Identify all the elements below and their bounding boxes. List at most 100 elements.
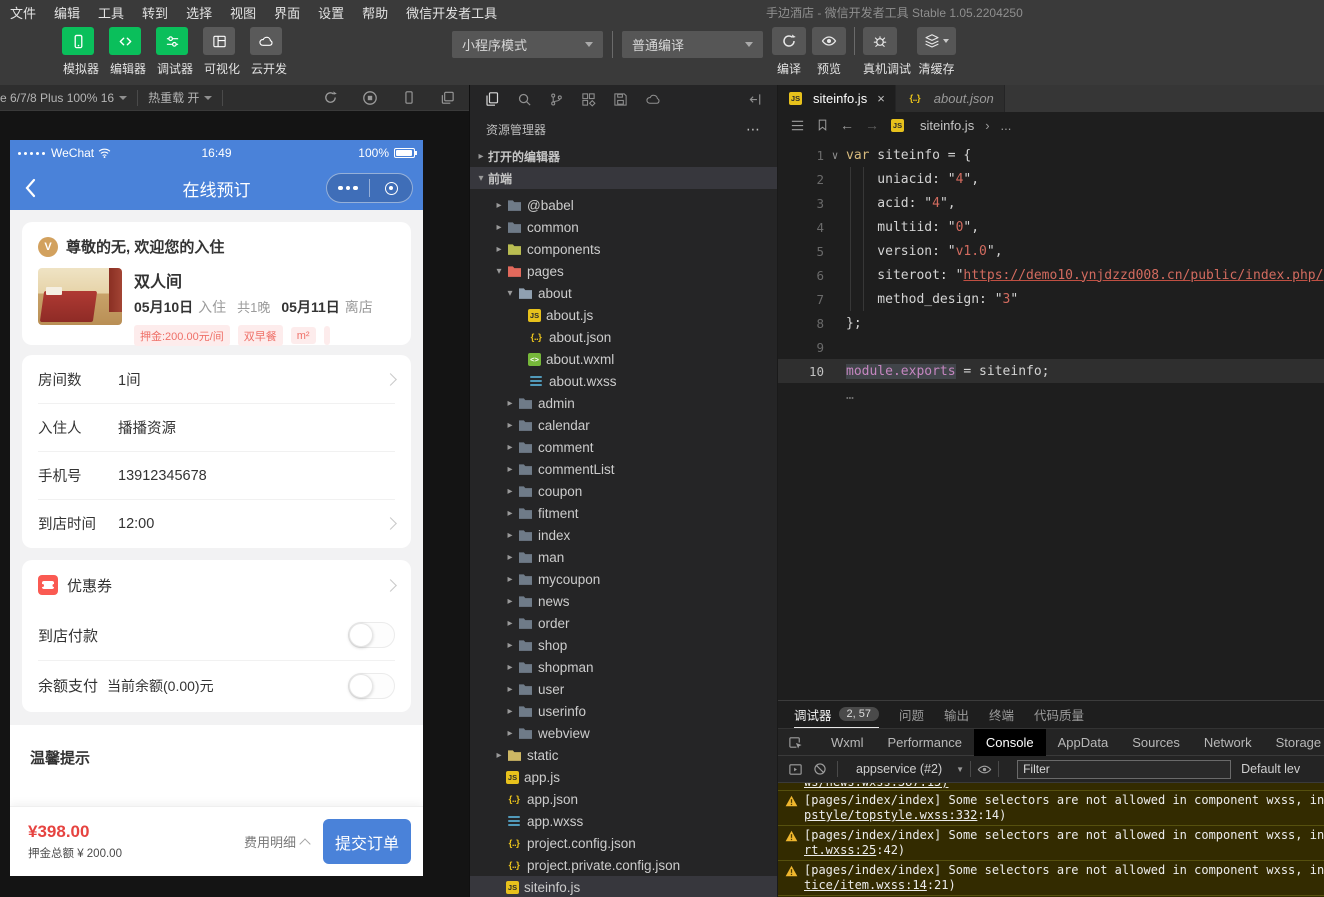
menu-item-9[interactable]: 微信开发者工具 (406, 3, 497, 20)
extensions-icon[interactable] (581, 92, 596, 107)
compile-mode-select[interactable]: 普通编译 (622, 31, 763, 58)
save-icon[interactable] (613, 92, 628, 107)
tree-item-about.wxml[interactable]: <>about.wxml (470, 348, 777, 370)
nav-back-icon[interactable]: ← (840, 117, 854, 133)
tree-item-userinfo[interactable]: ▸userinfo (470, 700, 777, 722)
editor-tab-siteinfo.js[interactable]: JSsiteinfo.js× (778, 85, 896, 112)
tree-item-order[interactable]: ▸order (470, 612, 777, 634)
mode-select[interactable]: 小程序模式 (452, 31, 603, 58)
toggle-switch[interactable] (348, 673, 395, 699)
tree-item-common[interactable]: ▸common (470, 216, 777, 238)
tree-item-app.js[interactable]: JSapp.js (470, 766, 777, 788)
open-editors-section[interactable]: ▸ 打开的编辑器 (470, 145, 777, 167)
tree-item-about.wxss[interactable]: about.wxss (470, 370, 777, 392)
code-line-8[interactable]: 8}; (778, 311, 1324, 335)
debugger-tab-代码质量[interactable]: 代码质量 (1034, 701, 1084, 728)
code-line-10[interactable]: 10module.exports = siteinfo; (778, 359, 1324, 383)
git-icon[interactable] (549, 92, 564, 107)
tree-item-static[interactable]: ▸static (470, 744, 777, 766)
devtools-tab-Console[interactable]: Console (974, 729, 1046, 756)
inspect-element-icon[interactable] (788, 735, 803, 750)
tree-item-about.json[interactable]: {..}about.json (470, 326, 777, 348)
device-select[interactable]: e 6/7/8 Plus 100% 16 (0, 91, 127, 105)
tree-item-news[interactable]: ▸news (470, 590, 777, 612)
device-frame-icon[interactable] (402, 90, 416, 105)
devtools-tab-AppData[interactable]: AppData (1046, 729, 1121, 756)
tree-item-app.wxss[interactable]: app.wxss (470, 810, 777, 832)
console-sidebar-toggle-icon[interactable] (788, 762, 803, 777)
devtools-tab-Performance[interactable]: Performance (876, 729, 974, 756)
tree-item-siteinfo.js[interactable]: JSsiteinfo.js (470, 876, 777, 897)
hot-reload-select[interactable]: 热重载 开 (148, 89, 212, 106)
tree-item-fitment[interactable]: ▸fitment (470, 502, 777, 524)
cloud-dev-button[interactable] (250, 27, 282, 55)
rotate-device-icon[interactable] (323, 90, 338, 105)
devtools-tab-Network[interactable]: Network (1192, 729, 1264, 756)
form-row-3[interactable]: 到店时间12:00 (38, 499, 395, 547)
submit-order-button[interactable]: 提交订单 (323, 819, 411, 864)
tree-item-about.js[interactable]: JSabout.js (470, 304, 777, 326)
tree-item-pages[interactable]: ▾pages (470, 260, 777, 282)
stop-icon[interactable] (362, 90, 378, 106)
close-minibar-icon[interactable] (370, 182, 412, 195)
code-line-6[interactable]: 6 siteroot: "https://demo10.ynjdzzd008.c… (778, 263, 1324, 287)
code-editor[interactable]: 1∨var siteinfo = {2 uniacid: "4",3 acid:… (778, 138, 1324, 407)
toggle-switch[interactable] (348, 622, 395, 648)
code-line-9[interactable]: 9 (778, 335, 1324, 359)
remote-debug-button[interactable] (863, 27, 897, 55)
tree-item-coupon[interactable]: ▸coupon (470, 480, 777, 502)
devtools-tab-Sources[interactable]: Sources (1120, 729, 1192, 756)
code-line-3[interactable]: 3 acid: "4", (778, 191, 1324, 215)
breadcrumb-more[interactable]: ... (1001, 118, 1012, 133)
search-icon[interactable] (517, 92, 532, 107)
tree-item-components[interactable]: ▸components (470, 238, 777, 260)
tree-item-mycoupon[interactable]: ▸mycoupon (470, 568, 777, 590)
wechat-capsule[interactable] (326, 173, 413, 203)
tree-item-shop[interactable]: ▸shop (470, 634, 777, 656)
breadcrumb-file[interactable]: siteinfo.js (920, 118, 974, 133)
outline-icon[interactable] (790, 118, 805, 133)
menu-item-7[interactable]: 设置 (318, 3, 344, 20)
devtools-tab-Storage[interactable]: Storage (1264, 729, 1324, 756)
code-line-7[interactable]: 7 method_design: "3" (778, 287, 1324, 311)
menu-item-5[interactable]: 视图 (230, 3, 256, 20)
menu-item-3[interactable]: 转到 (142, 3, 168, 20)
live-expression-eye-icon[interactable] (977, 762, 992, 777)
visualizer-button[interactable] (203, 27, 235, 55)
debugger-tab-问题[interactable]: 问题 (899, 701, 924, 728)
warning-source-link[interactable]: pstyle/topstyle.wxss:332 (804, 808, 977, 822)
collapse-sidebar-icon[interactable] (748, 92, 763, 107)
menu-item-1[interactable]: 编辑 (54, 3, 80, 20)
nav-forward-icon[interactable]: → (865, 117, 879, 133)
editor-button[interactable] (109, 27, 141, 55)
code-line-1[interactable]: 1∨var siteinfo = { (778, 143, 1324, 167)
log-level-select[interactable]: Default lev (1241, 762, 1300, 776)
menu-item-4[interactable]: 选择 (186, 3, 212, 20)
tree-item-app.json[interactable]: {..}app.json (470, 788, 777, 810)
fee-detail-toggle[interactable]: 费用明细 (244, 832, 309, 851)
debugger-tab-输出[interactable]: 输出 (944, 701, 969, 728)
menu-item-8[interactable]: 帮助 (362, 3, 388, 20)
execution-context-select[interactable]: appservice (#2) (856, 762, 942, 776)
tree-item-@babel[interactable]: ▸@babel (470, 194, 777, 216)
clear-console-icon[interactable] (813, 762, 827, 776)
more-menu-icon[interactable] (327, 186, 369, 191)
simulator-button[interactable] (62, 27, 94, 55)
menu-item-2[interactable]: 工具 (98, 3, 124, 20)
tree-item-commentList[interactable]: ▸commentList (470, 458, 777, 480)
debugger-tab-调试器[interactable]: 调试器2, 57 (794, 701, 879, 728)
editor-tab-about.json[interactable]: {..}about.json (896, 85, 1005, 112)
bookmark-icon[interactable] (816, 118, 829, 132)
devtools-tab-Wxml[interactable]: Wxml (819, 729, 876, 756)
compile-button[interactable] (772, 27, 806, 55)
tree-item-index[interactable]: ▸index (470, 524, 777, 546)
tree-item-project.config.json[interactable]: {..}project.config.json (470, 832, 777, 854)
tree-item-admin[interactable]: ▸admin (470, 392, 777, 414)
form-row-0[interactable]: 房间数1间 (38, 355, 395, 403)
detach-window-icon[interactable] (440, 90, 455, 105)
warning-source-link[interactable]: rt.wxss:25 (804, 843, 876, 857)
tree-item-project.private.config.json[interactable]: {..}project.private.config.json (470, 854, 777, 876)
clear-cache-button[interactable] (917, 27, 956, 55)
menu-item-6[interactable]: 界面 (274, 3, 300, 20)
tree-item-user[interactable]: ▸user (470, 678, 777, 700)
